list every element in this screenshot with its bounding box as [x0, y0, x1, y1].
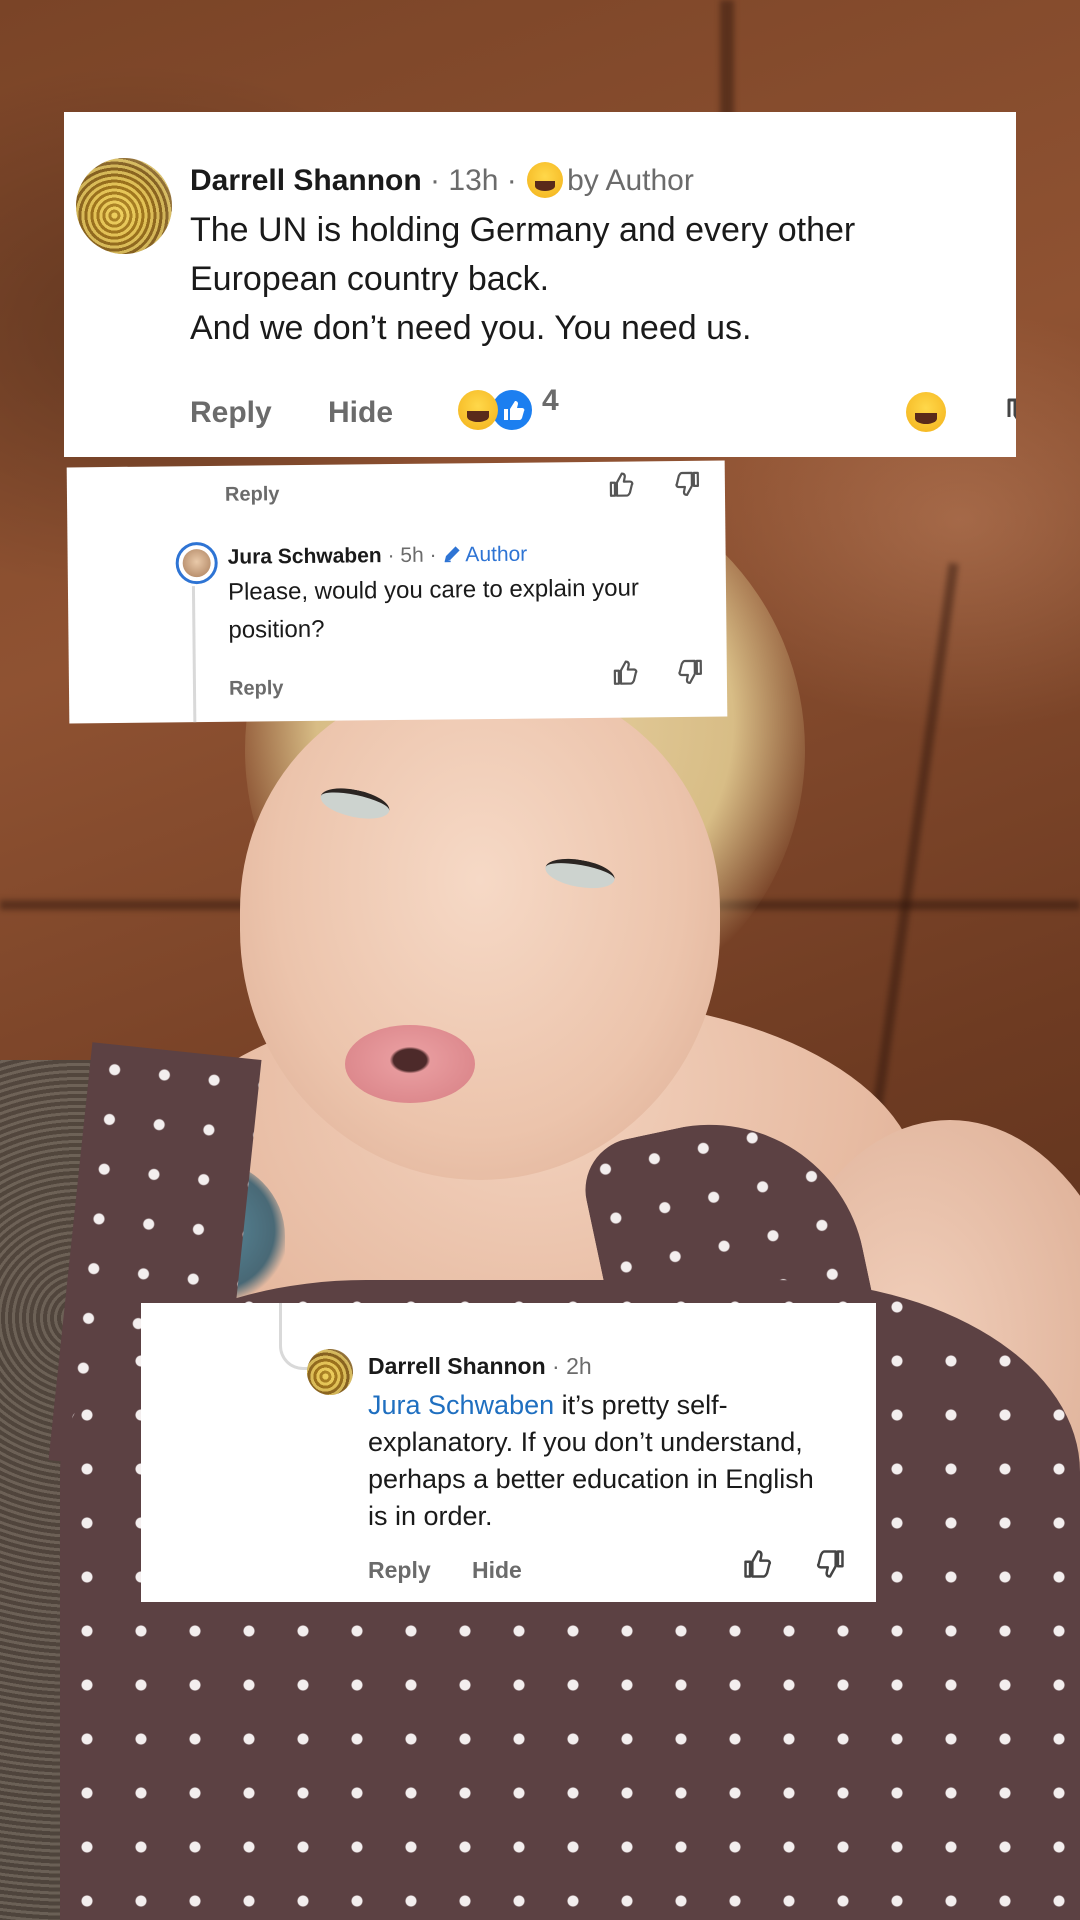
person-lips — [345, 1025, 475, 1103]
thumbs-down-icon[interactable] — [813, 1547, 847, 1581]
hide-button[interactable]: Hide — [328, 396, 393, 430]
person-face — [240, 680, 720, 1180]
thumbs-up-icon[interactable] — [607, 469, 637, 499]
comment-card: Darrell Shannon · 13h · by Author The UN… — [64, 112, 1016, 457]
comment-header: Jura Schwaben · 5h · Author — [228, 543, 528, 571]
reply-button[interactable]: Reply — [225, 483, 280, 507]
comment-line: Please, would you care to explain your — [227, 574, 640, 606]
comment-header: Darrell Shannon · 2h — [368, 1353, 592, 1380]
reply-button[interactable]: Reply — [368, 1557, 431, 1584]
pencil-icon — [442, 544, 462, 564]
comment-line: The UN is holding Germany and every othe… — [190, 211, 856, 249]
thread-line — [191, 586, 197, 724]
avatar — [182, 548, 211, 578]
comment-line: position? — [228, 615, 325, 644]
comment-line: And we don’t need you. You need us. — [190, 309, 752, 347]
comment-meta: · 2h — [545, 1353, 592, 1379]
by-author-badge: by Author — [567, 163, 694, 197]
thread-line — [279, 1303, 308, 1370]
comment-text: Jura Schwaben it’s pretty self- explanat… — [368, 1387, 848, 1535]
laughing-emoji-icon — [458, 390, 498, 430]
mention-link[interactable]: Jura Schwaben — [368, 1390, 554, 1420]
author-avatar-ring[interactable] — [175, 541, 218, 585]
comment-line: European country back. — [190, 260, 550, 298]
thumbs-up-icon[interactable] — [741, 1547, 775, 1581]
comment-author[interactable]: Jura Schwaben — [228, 544, 382, 569]
reply-button[interactable]: Reply — [229, 677, 284, 701]
reply-button[interactable]: Reply — [190, 396, 272, 430]
reaction-count: 4 — [542, 383, 559, 417]
thumbs-down-icon[interactable] — [672, 469, 702, 499]
thumbs-down-icon[interactable] — [675, 657, 705, 687]
thumbs-down-icon[interactable] — [1000, 394, 1016, 434]
comment-author[interactable]: Darrell Shannon — [190, 164, 422, 197]
reply-card: Reply Jura Schwaben · 5h · Author Please… — [66, 460, 728, 724]
comment-meta: · 13h · — [421, 163, 526, 197]
comment-line: is in order. — [368, 1501, 493, 1531]
comment-line: it’s pretty self- — [554, 1390, 728, 1420]
comment-text: Please, would you care to explain your p… — [228, 569, 699, 650]
reactions-summary[interactable]: 4 — [458, 384, 559, 432]
laughing-emoji-icon — [527, 162, 564, 198]
comment-line: explanatory. If you don’t understand, — [368, 1427, 803, 1457]
avatar[interactable] — [76, 158, 172, 254]
comment-actions: Reply Hide 4 — [190, 384, 1016, 440]
couch-seam — [720, 0, 734, 120]
avatar[interactable] — [307, 1349, 353, 1395]
laughing-emoji-icon[interactable] — [906, 392, 946, 432]
comment-author[interactable]: Darrell Shannon — [368, 1353, 546, 1379]
comment-line: perhaps a better education in English — [368, 1464, 814, 1494]
comment-text: The UN is holding Germany and every othe… — [190, 206, 990, 353]
hide-button[interactable]: Hide — [472, 1557, 522, 1584]
author-badge: Author — [465, 542, 528, 567]
reply-card: Darrell Shannon · 2h Jura Schwaben it’s … — [141, 1303, 876, 1602]
comment-header: Darrell Shannon · 13h · by Author — [190, 162, 694, 202]
thumbs-up-icon[interactable] — [611, 657, 641, 687]
comment-meta: · 5h · — [381, 543, 443, 568]
